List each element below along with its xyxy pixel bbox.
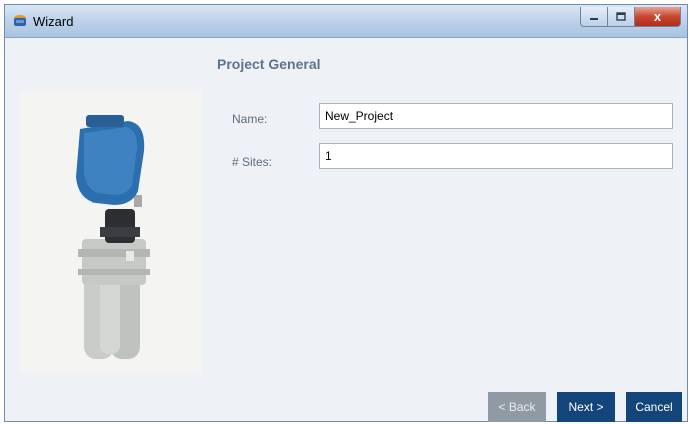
title-bar[interactable]: Wizard x xyxy=(5,5,687,38)
wizard-content: Project General Name: # Sites: xyxy=(11,38,687,422)
name-label: Name: xyxy=(232,112,268,126)
next-button[interactable]: Next > xyxy=(557,392,615,422)
app-icon xyxy=(14,15,26,26)
sites-label: # Sites: xyxy=(232,155,273,169)
page-title: Project General xyxy=(217,56,321,72)
close-button[interactable]: x xyxy=(635,7,681,27)
wizard-window: Wizard x Project General Name: New_Proje… xyxy=(4,4,688,422)
maximize-icon xyxy=(616,12,626,21)
cancel-button[interactable]: Cancel xyxy=(626,392,682,422)
window-controls: x xyxy=(580,7,681,27)
close-icon: x xyxy=(653,9,662,24)
back-button[interactable]: < Back xyxy=(488,392,546,422)
product-image xyxy=(20,91,202,373)
maximize-button[interactable] xyxy=(608,7,635,27)
window-title: Wizard xyxy=(33,14,74,29)
minimize-icon xyxy=(590,17,598,20)
project-name-input[interactable] xyxy=(319,103,673,129)
sites-count-input[interactable] xyxy=(319,143,673,169)
minimize-button[interactable] xyxy=(580,7,608,27)
